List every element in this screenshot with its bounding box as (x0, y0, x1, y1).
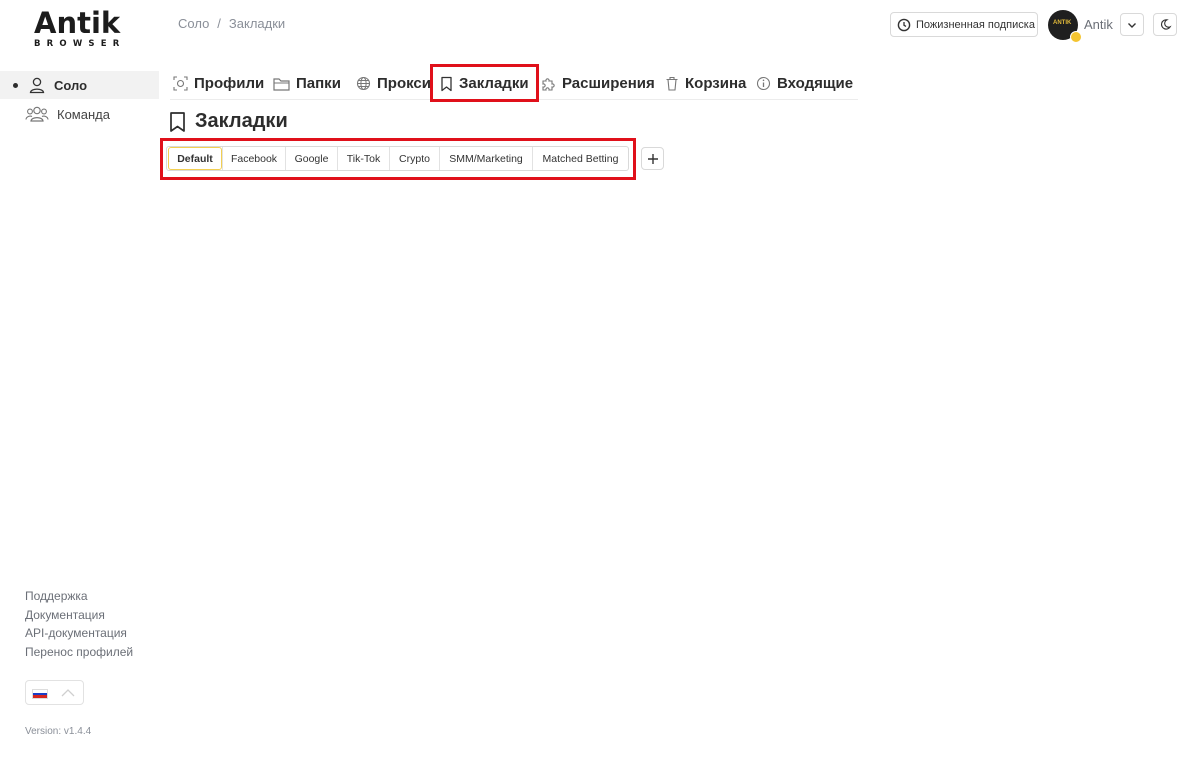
active-tab-highlight (430, 64, 539, 102)
footer-links: Поддержка Документация API-документация … (25, 587, 133, 661)
tab-label: Расширения (562, 75, 655, 92)
page-title-text: Закладки (195, 110, 288, 132)
profile-transfer-link[interactable]: Перенос профилей (25, 643, 133, 662)
trash-icon (666, 76, 678, 91)
support-link[interactable]: Поддержка (25, 587, 133, 606)
folder-icon (273, 77, 290, 91)
subscription-label: Пожизненная подписка (916, 18, 1035, 31)
tab-label: Прокси (377, 75, 431, 92)
tab-trash[interactable]: Корзина (665, 68, 746, 99)
language-selector[interactable] (25, 680, 84, 705)
tab-folders[interactable]: Папки (273, 68, 341, 99)
docs-link[interactable]: Документация (25, 606, 133, 625)
api-docs-link[interactable]: API-документация (25, 624, 133, 643)
sidebar-item-label: Соло (54, 77, 88, 93)
active-dot (13, 82, 18, 88)
sidebar-item-team[interactable]: Команда (0, 100, 159, 128)
puzzle-icon (542, 77, 555, 91)
users-icon (25, 106, 49, 122)
moon-icon (1160, 19, 1172, 30)
user-menu-button[interactable] (1120, 13, 1144, 36)
user-name[interactable]: Antik (1084, 17, 1113, 32)
breadcrumb-solo[interactable]: Соло (178, 16, 209, 32)
add-folder-button[interactable] (641, 147, 664, 170)
plus-icon (647, 153, 658, 164)
tab-profiles[interactable]: Профили (173, 68, 264, 99)
breadcrumb: Соло / Закладки (178, 16, 285, 32)
sidebar-item-solo[interactable]: Соло (0, 71, 159, 99)
avatar[interactable]: ANTIK (1048, 10, 1082, 43)
theme-toggle-button[interactable] (1153, 13, 1177, 36)
clock-icon (897, 18, 911, 31)
page-title: Закладки (168, 110, 288, 133)
user-icon (29, 77, 45, 94)
chevron-up-icon (61, 689, 75, 697)
breadcrumb-current: Закладки (228, 16, 286, 31)
folder-tabs-highlight (160, 138, 636, 180)
logo-word: Antik (34, 6, 121, 40)
tab-proxy[interactable]: Прокси (356, 68, 431, 99)
chevron-down-icon (1128, 22, 1136, 28)
tab-label: Входящие (777, 75, 854, 92)
russian-flag-icon (32, 689, 48, 699)
bookmark-icon (170, 111, 185, 132)
info-icon (756, 76, 771, 91)
version-label: Version: v1.4.4 (25, 726, 92, 737)
breadcrumb-separator: / (217, 16, 221, 31)
logo[interactable]: Antik BROWSER (30, 6, 130, 50)
premium-star-icon (1070, 31, 1082, 43)
profile-scan-icon (173, 76, 188, 91)
tab-label: Профили (194, 75, 265, 92)
subscription-button[interactable]: Пожизненная подписка (890, 12, 1038, 37)
logo-subtitle: BROWSER (34, 39, 126, 49)
globe-icon (356, 76, 371, 91)
sidebar-item-label: Команда (57, 106, 110, 122)
tab-extensions[interactable]: Расширения (540, 68, 655, 99)
tab-label: Корзина (685, 75, 747, 92)
avatar-text: ANTIK (1053, 20, 1072, 26)
tab-inbox[interactable]: Входящие (756, 68, 853, 99)
tab-label: Папки (296, 75, 341, 92)
